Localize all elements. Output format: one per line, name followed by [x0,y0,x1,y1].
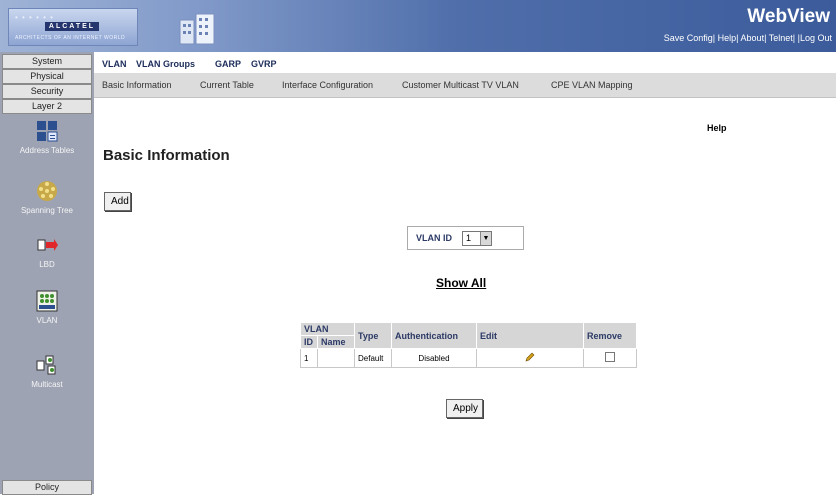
top-links: Save Config| Help| About| Telnet| |Log O… [664,33,832,43]
col-vlan: VLAN [300,322,355,336]
vlan-label: VLAN [36,316,58,325]
col-type: Type [354,322,392,349]
tab-gvrp[interactable]: GVRP [251,59,277,69]
cell-name [317,348,355,368]
col-edit: Edit [476,322,584,349]
table-row: 1 Default Disabled [300,348,637,368]
save-config-link[interactable]: Save Config| [664,33,715,43]
show-all-link[interactable]: Show All [436,276,486,290]
vlan-id-selector-box: VLAN ID 1 ▼ [407,226,524,250]
nav-system-button[interactable]: System [2,54,92,69]
remove-cell [583,348,637,368]
vlan-icon [36,290,58,312]
add-button[interactable]: Add [104,192,131,211]
vlan-table: VLAN Type Authentication Edit Remove ID … [300,322,637,368]
pencil-icon[interactable] [525,352,535,362]
alcatel-logo: • • • • • • ALCATEL ARCHITECTS OF AN INT… [8,8,138,46]
about-link[interactable]: About| [741,33,767,43]
spanning-tree-icon [37,181,57,201]
cell-id: 1 [300,348,318,368]
remove-checkbox[interactable] [605,352,615,362]
cell-authentication: Disabled [391,348,477,368]
address-tables-label: Address Tables [19,146,75,155]
apply-button[interactable]: Apply [446,399,483,418]
telnet-link[interactable]: Telnet| [769,33,795,43]
logo-tagline: ARCHITECTS OF AN INTERNET WORLD [15,35,126,41]
nav-multicast[interactable]: Multicast [0,354,94,389]
logo-dots-decoration: • • • • • • [15,13,54,22]
logout-link[interactable]: |Log Out [798,33,832,43]
page-title: Basic Information [103,147,230,164]
vlan-id-select[interactable]: 1 ▼ [462,231,492,246]
nav-policy-button[interactable]: Policy [2,480,92,495]
subtab-bar: Basic Information Current Table Interfac… [94,73,836,98]
nav-address-tables[interactable]: Address Tables [0,120,94,155]
nav-layer2-button[interactable]: Layer 2 [2,99,92,114]
nav-physical-button[interactable]: Physical [2,69,92,84]
cell-type: Default [354,348,392,368]
chevron-down-icon[interactable]: ▼ [480,232,491,245]
tab-garp[interactable]: GARP [215,59,241,69]
multicast-icon [36,355,56,375]
header-banner: • • • • • • ALCATEL ARCHITECTS OF AN INT… [0,0,836,52]
col-id: ID [300,335,318,349]
brand-title: WebView [747,6,830,27]
left-navigation: System Physical Security Layer 2 Address… [0,52,94,495]
subtab-current-table[interactable]: Current Table [200,80,254,90]
help-link-top[interactable]: Help| [718,33,739,43]
subtab-interface-configuration[interactable]: Interface Configuration [282,80,373,90]
col-name: Name [317,335,355,349]
nav-security-button[interactable]: Security [2,84,92,99]
help-link[interactable]: Help [707,123,727,133]
building-icon [179,13,215,45]
tab-vlan-groups[interactable]: VLAN Groups [136,59,195,69]
tab-vlan[interactable]: VLAN [102,59,127,69]
col-authentication: Authentication [391,322,477,349]
col-remove: Remove [583,322,637,349]
logo-text: ALCATEL [45,22,99,31]
tab-bar: VLAN VLAN Groups GARP GVRP [94,52,836,73]
nav-vlan[interactable]: VLAN [0,290,94,325]
vlan-id-label: VLAN ID [416,233,452,243]
lbd-icon [37,239,58,251]
subtab-customer-multicast-tv-vlan[interactable]: Customer Multicast TV VLAN [402,80,519,90]
multicast-label: Multicast [31,380,63,389]
subtab-cpe-vlan-mapping[interactable]: CPE VLAN Mapping [551,80,633,90]
address-tables-icon [37,121,58,142]
spanning-tree-label: Spanning Tree [20,206,74,215]
nav-lbd[interactable]: LBD [0,234,94,269]
nav-spanning-tree[interactable]: Spanning Tree [0,180,94,215]
subtab-basic-information[interactable]: Basic Information [102,80,172,90]
lbd-label: LBD [39,260,55,269]
edit-cell [476,348,584,368]
vlan-id-value: 1 [466,233,472,243]
